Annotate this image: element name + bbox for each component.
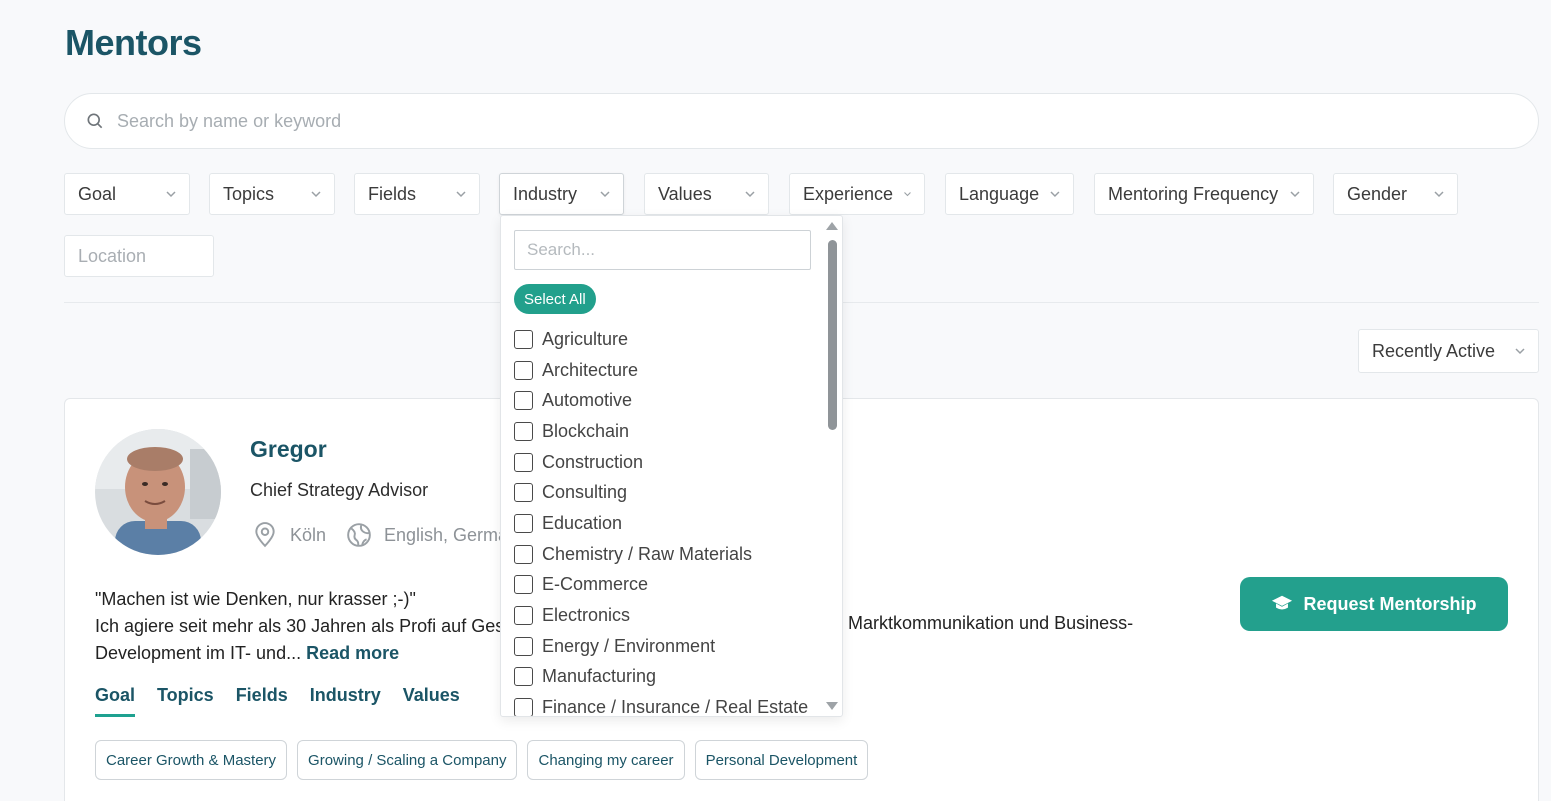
tab-fields[interactable]: Fields xyxy=(236,685,288,717)
industry-option[interactable]: Architecture xyxy=(514,355,808,386)
industry-option[interactable]: Energy / Environment xyxy=(514,631,808,662)
goal-chip: Personal Development xyxy=(694,740,869,780)
request-mentorship-button[interactable]: Request Mentorship xyxy=(1240,577,1508,631)
chevron-down-icon xyxy=(1515,348,1525,355)
industry-option[interactable]: Automotive xyxy=(514,385,808,416)
map-pin-icon xyxy=(255,522,275,548)
industry-option[interactable]: Chemistry / Raw Materials xyxy=(514,539,808,570)
filter-experience[interactable]: Experience xyxy=(789,173,925,215)
checkbox[interactable] xyxy=(514,452,533,472)
chevron-down-icon xyxy=(1050,191,1060,198)
filter-values[interactable]: Values xyxy=(644,173,769,215)
checkbox[interactable] xyxy=(514,606,533,626)
mentor-tabs: Goal Topics Fields Industry Values xyxy=(95,685,460,717)
filter-topics[interactable]: Topics xyxy=(209,173,335,215)
filter-goal[interactable]: Goal xyxy=(64,173,190,215)
industry-option[interactable]: Finance / Insurance / Real Estate xyxy=(514,692,808,716)
industry-option[interactable]: Agriculture xyxy=(514,324,808,355)
chevron-down-icon xyxy=(600,191,610,198)
checkbox[interactable] xyxy=(514,360,533,380)
goal-chip: Changing my career xyxy=(527,740,685,780)
industry-option[interactable]: Manufacturing xyxy=(514,662,808,693)
search-input[interactable] xyxy=(117,110,1417,132)
industry-option[interactable]: Consulting xyxy=(514,477,808,508)
filter-gender[interactable]: Gender xyxy=(1333,173,1458,215)
select-all-button[interactable]: Select All xyxy=(514,284,596,314)
scroll-up-arrow[interactable] xyxy=(826,222,838,230)
chevron-down-icon xyxy=(745,191,755,198)
mentor-location: Köln xyxy=(252,522,326,548)
graduation-cap-icon xyxy=(1272,595,1293,610)
read-more-link[interactable]: Read more xyxy=(306,643,399,663)
tab-topics[interactable]: Topics xyxy=(157,685,214,717)
chevron-down-icon xyxy=(311,191,321,198)
industry-option[interactable]: Electronics xyxy=(514,600,808,631)
mentor-bio-tail: Marktkommunikation und Business- xyxy=(848,613,1134,633)
goal-chip: Career Growth & Mastery xyxy=(95,740,288,780)
checkbox[interactable] xyxy=(514,698,533,716)
filter-language[interactable]: Language xyxy=(945,173,1074,215)
scrollbar-thumb[interactable] xyxy=(828,240,837,430)
sort-select[interactable]: Recently Active xyxy=(1358,329,1539,373)
industry-dropdown: Select All Agriculture Architecture Auto… xyxy=(500,215,843,717)
industry-option[interactable]: E-Commerce xyxy=(514,570,808,601)
checkbox[interactable] xyxy=(514,421,533,441)
filter-mentoring-frequency[interactable]: Mentoring Frequency xyxy=(1094,173,1314,215)
goal-chips: Career Growth & Mastery Growing / Scalin… xyxy=(95,740,869,780)
filter-industry[interactable]: Industry xyxy=(499,173,624,215)
chevron-down-icon xyxy=(1290,191,1300,198)
filter-fields[interactable]: Fields xyxy=(354,173,480,215)
industry-options-list: Agriculture Architecture Automotive Bloc… xyxy=(514,324,808,716)
checkbox[interactable] xyxy=(514,391,533,411)
checkbox[interactable] xyxy=(514,636,533,656)
chevron-down-icon xyxy=(166,191,176,198)
search-bar[interactable] xyxy=(64,93,1539,149)
checkbox[interactable] xyxy=(514,513,533,533)
mentor-role: Chief Strategy Advisor xyxy=(250,480,429,500)
checkbox[interactable] xyxy=(514,483,533,503)
chevron-down-icon xyxy=(456,191,466,198)
tab-industry[interactable]: Industry xyxy=(310,685,381,717)
tab-goal[interactable]: Goal xyxy=(95,685,136,717)
avatar xyxy=(95,429,221,555)
globe-icon xyxy=(347,523,371,547)
chevron-down-icon xyxy=(1434,191,1444,198)
checkbox[interactable] xyxy=(514,667,533,687)
industry-option[interactable]: Construction xyxy=(514,447,808,478)
goal-chip: Growing / Scaling a Company xyxy=(297,740,518,780)
industry-search-input[interactable] xyxy=(514,230,811,270)
mentor-name[interactable]: Gregor xyxy=(250,436,327,463)
search-icon xyxy=(87,113,103,129)
tab-values[interactable]: Values xyxy=(403,685,460,717)
checkbox[interactable] xyxy=(514,575,533,595)
industry-option[interactable]: Blockchain xyxy=(514,416,808,447)
checkbox[interactable] xyxy=(514,544,533,564)
chevron-down-icon xyxy=(904,192,911,197)
filter-location-input[interactable]: Location xyxy=(64,235,214,277)
scroll-down-arrow[interactable] xyxy=(826,702,838,710)
checkbox[interactable] xyxy=(514,329,533,349)
page-title: Mentors xyxy=(65,22,202,63)
mentor-languages: English, Germa xyxy=(346,522,508,548)
industry-option[interactable]: Education xyxy=(514,508,808,539)
